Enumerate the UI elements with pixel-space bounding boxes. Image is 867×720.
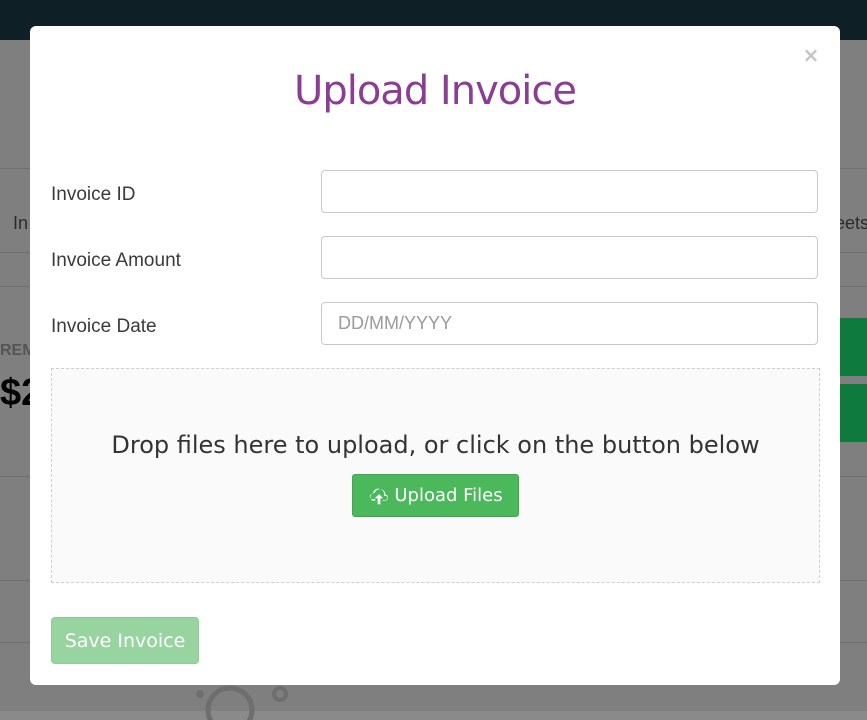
invoice-id-label: Invoice ID (51, 184, 136, 205)
modal-title: Upload Invoice (294, 68, 577, 114)
close-icon[interactable]: × (802, 45, 820, 65)
invoice-amount-input[interactable] (321, 236, 818, 279)
background-decoration (196, 685, 288, 720)
upload-files-button[interactable]: Upload Files (352, 474, 519, 517)
invoice-date-input[interactable] (321, 302, 818, 345)
upload-invoice-modal: × Upload Invoice Invoice ID Invoice Amou… (30, 26, 840, 685)
invoice-id-input[interactable] (321, 170, 818, 213)
background-green-button (837, 318, 867, 376)
background-tab: In (13, 213, 29, 233)
file-dropzone[interactable]: Drop files here to upload, or click on t… (51, 368, 820, 583)
dropzone-instructions: Drop files here to upload, or click on t… (111, 431, 760, 459)
invoice-date-label: Invoice Date (51, 316, 157, 337)
invoice-amount-label: Invoice Amount (51, 250, 181, 271)
cloud-upload-icon (370, 488, 389, 504)
upload-files-label: Upload Files (394, 485, 503, 506)
background-green-button (837, 384, 867, 442)
save-invoice-button[interactable]: Save Invoice (51, 617, 199, 664)
